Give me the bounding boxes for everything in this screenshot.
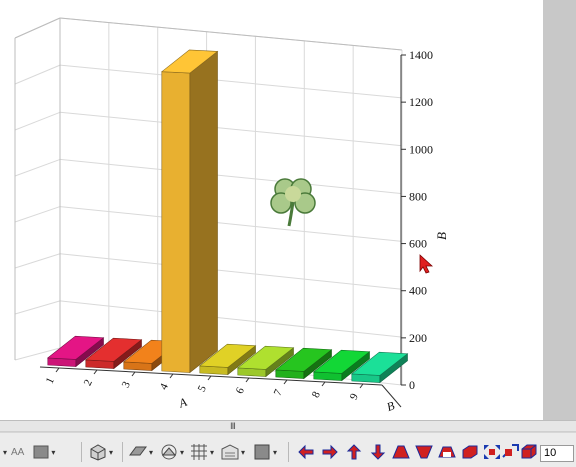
side-wall-gridline — [14, 64, 61, 85]
wall-icon — [221, 444, 239, 460]
x-tick-label: 6 — [234, 385, 247, 396]
tilt-up-icon — [346, 444, 362, 460]
x-tick — [131, 371, 136, 377]
flatten-icon — [438, 446, 456, 458]
side-wall-gridline — [14, 253, 61, 269]
splitter-grip[interactable]: III — [230, 422, 236, 432]
plane-xy-button[interactable]: ▾ — [128, 443, 153, 461]
z-tick-label: 1200 — [409, 95, 433, 109]
z-axis-label: B — [434, 232, 449, 240]
bar-side-face — [189, 50, 218, 374]
back-wall-gridline — [59, 206, 403, 242]
x-tick — [283, 379, 288, 385]
back-wall-gridline — [59, 158, 403, 195]
fit-frame-icon — [484, 445, 500, 459]
rotate-left-button[interactable] — [296, 443, 316, 461]
perspective-down-button[interactable] — [414, 443, 434, 461]
box-outline-icon — [521, 444, 537, 459]
x-tick-label: 7 — [272, 387, 285, 398]
z-tick-label: 200 — [409, 331, 427, 345]
fill-square-icon — [254, 444, 270, 460]
side-wall-edge — [14, 17, 61, 39]
x-tick-label: 1 — [44, 376, 57, 386]
x-tick-label: 9 — [348, 391, 361, 402]
x-tick-label: 5 — [196, 383, 209, 394]
x-tick — [207, 375, 212, 381]
side-wall-gridline — [14, 206, 61, 223]
z-tick-label: 0 — [409, 378, 415, 392]
rotate-right-button[interactable] — [320, 443, 340, 461]
back-wall-gridline — [59, 64, 403, 99]
box-3d-button[interactable]: ▾ — [88, 443, 113, 461]
cube-stack-icon — [90, 444, 106, 461]
fit-frame-button[interactable] — [482, 443, 502, 461]
zoom-level-input[interactable]: 10 — [540, 445, 574, 462]
toolbar-separator — [81, 442, 82, 462]
clover-icon — [270, 178, 316, 227]
rotate-plane-icon — [161, 444, 177, 460]
x-tick-label: 8 — [310, 389, 323, 400]
x-tick — [93, 369, 98, 375]
grid-icon — [191, 444, 207, 460]
zoom-icon — [502, 444, 519, 458]
plot-area[interactable]: 0 200 400 600 800 1000 1200 1400 B 1 2 3 4 5 6 7 8 9 A B — [0, 0, 543, 420]
rotate-left-icon — [298, 444, 314, 460]
chart-3d-bar[interactable]: 0200400600800100012001400B1 2 3 4 5 6 7 8 9A B — [0, 0, 543, 420]
x-tick-label: 2 — [82, 378, 95, 388]
x-tick — [321, 381, 326, 387]
back-wall-gridline — [59, 253, 403, 290]
x-tick — [169, 373, 174, 379]
bar-front-face — [161, 71, 191, 373]
x-axis-label: A — [176, 395, 189, 411]
side-wall-gridline — [14, 158, 61, 177]
bar — [160, 49, 219, 374]
z-tick-label: 800 — [409, 189, 427, 203]
z-tick-label: 400 — [409, 284, 427, 298]
mouse-pointer-icon — [419, 254, 434, 274]
toolbar-partial-label: AA — [11, 446, 25, 458]
box-red-button[interactable] — [460, 443, 480, 461]
back-wall-gridline — [59, 111, 403, 147]
side-wall-gridline — [14, 300, 61, 315]
perspective-up-button[interactable] — [391, 443, 411, 461]
back-wall-edge — [59, 17, 403, 51]
z-tick-label: 1000 — [409, 142, 433, 156]
rotate-right-icon — [322, 444, 338, 460]
layer-icon — [33, 445, 49, 459]
scrollbar-gutter — [543, 0, 576, 420]
toolbar-separator — [122, 442, 123, 462]
toolbar: ▾ AA ▾ ▾ ▾ ▾ ▾ ▾ ▾ 10 — [0, 432, 576, 467]
side-wall-gridline — [14, 111, 61, 131]
z-tick-label: 600 — [409, 237, 427, 251]
back-wall-gridline — [59, 300, 403, 338]
tilt-down-button[interactable] — [368, 443, 388, 461]
flatten-button[interactable] — [437, 443, 457, 461]
fill-button[interactable]: ▾ — [252, 443, 277, 461]
wall-button[interactable]: ▾ — [220, 443, 245, 461]
tilt-down-icon — [370, 444, 386, 460]
grid-button[interactable]: ▾ — [189, 443, 214, 461]
x-tick — [55, 367, 60, 373]
tilt-up-button[interactable] — [344, 443, 364, 461]
plane-rotate-button[interactable]: ▾ — [159, 443, 184, 461]
z-tick-label: 1400 — [409, 48, 433, 62]
x-tick-label: 3 — [120, 379, 133, 390]
x-tick-label: 4 — [158, 381, 171, 392]
x-tick — [359, 383, 364, 389]
box-outline-button[interactable] — [520, 443, 538, 461]
trapezoid-up-icon — [392, 445, 410, 459]
toolbar-partial-label-button[interactable]: ▾ AA ▾ — [2, 443, 55, 461]
zoom-in-button[interactable] — [500, 443, 520, 461]
trapezoid-down-icon — [415, 445, 433, 459]
splitter-bar[interactable]: III — [0, 420, 576, 432]
red-cube-icon — [462, 445, 478, 459]
toolbar-separator — [288, 442, 289, 462]
plane-icon — [129, 446, 147, 456]
x-tick — [245, 377, 250, 383]
